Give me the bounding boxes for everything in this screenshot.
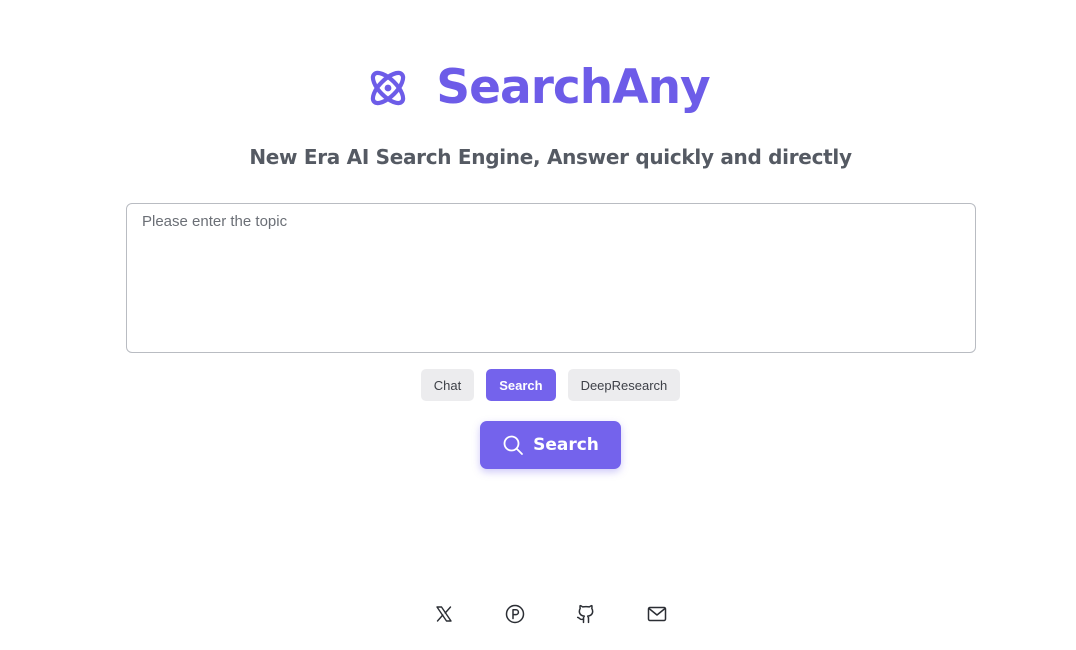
footer-links: [0, 603, 1076, 624]
search-icon: [502, 434, 524, 456]
brand-header: SearchAny: [0, 58, 1076, 118]
mode-selector: Chat Search DeepResearch: [0, 369, 1076, 401]
mode-search-button[interactable]: Search: [486, 369, 556, 401]
mail-icon[interactable]: [647, 603, 668, 624]
tagline: New Era AI Search Engine, Answer quickly…: [249, 145, 852, 169]
search-button-label: Search: [533, 435, 599, 455]
search-button[interactable]: Search: [480, 421, 621, 469]
brand-name: SearchAny: [436, 60, 710, 115]
topic-input[interactable]: [126, 203, 976, 353]
page: SearchAny New Era AI Search Engine, Answ…: [0, 0, 1076, 650]
atom-icon: [366, 66, 410, 110]
mode-chat-button[interactable]: Chat: [420, 369, 475, 401]
x-twitter-icon[interactable]: [434, 603, 455, 624]
product-hunt-icon[interactable]: [505, 603, 526, 624]
mode-deepresearch-button[interactable]: DeepResearch: [567, 369, 681, 401]
github-icon[interactable]: [576, 603, 597, 624]
